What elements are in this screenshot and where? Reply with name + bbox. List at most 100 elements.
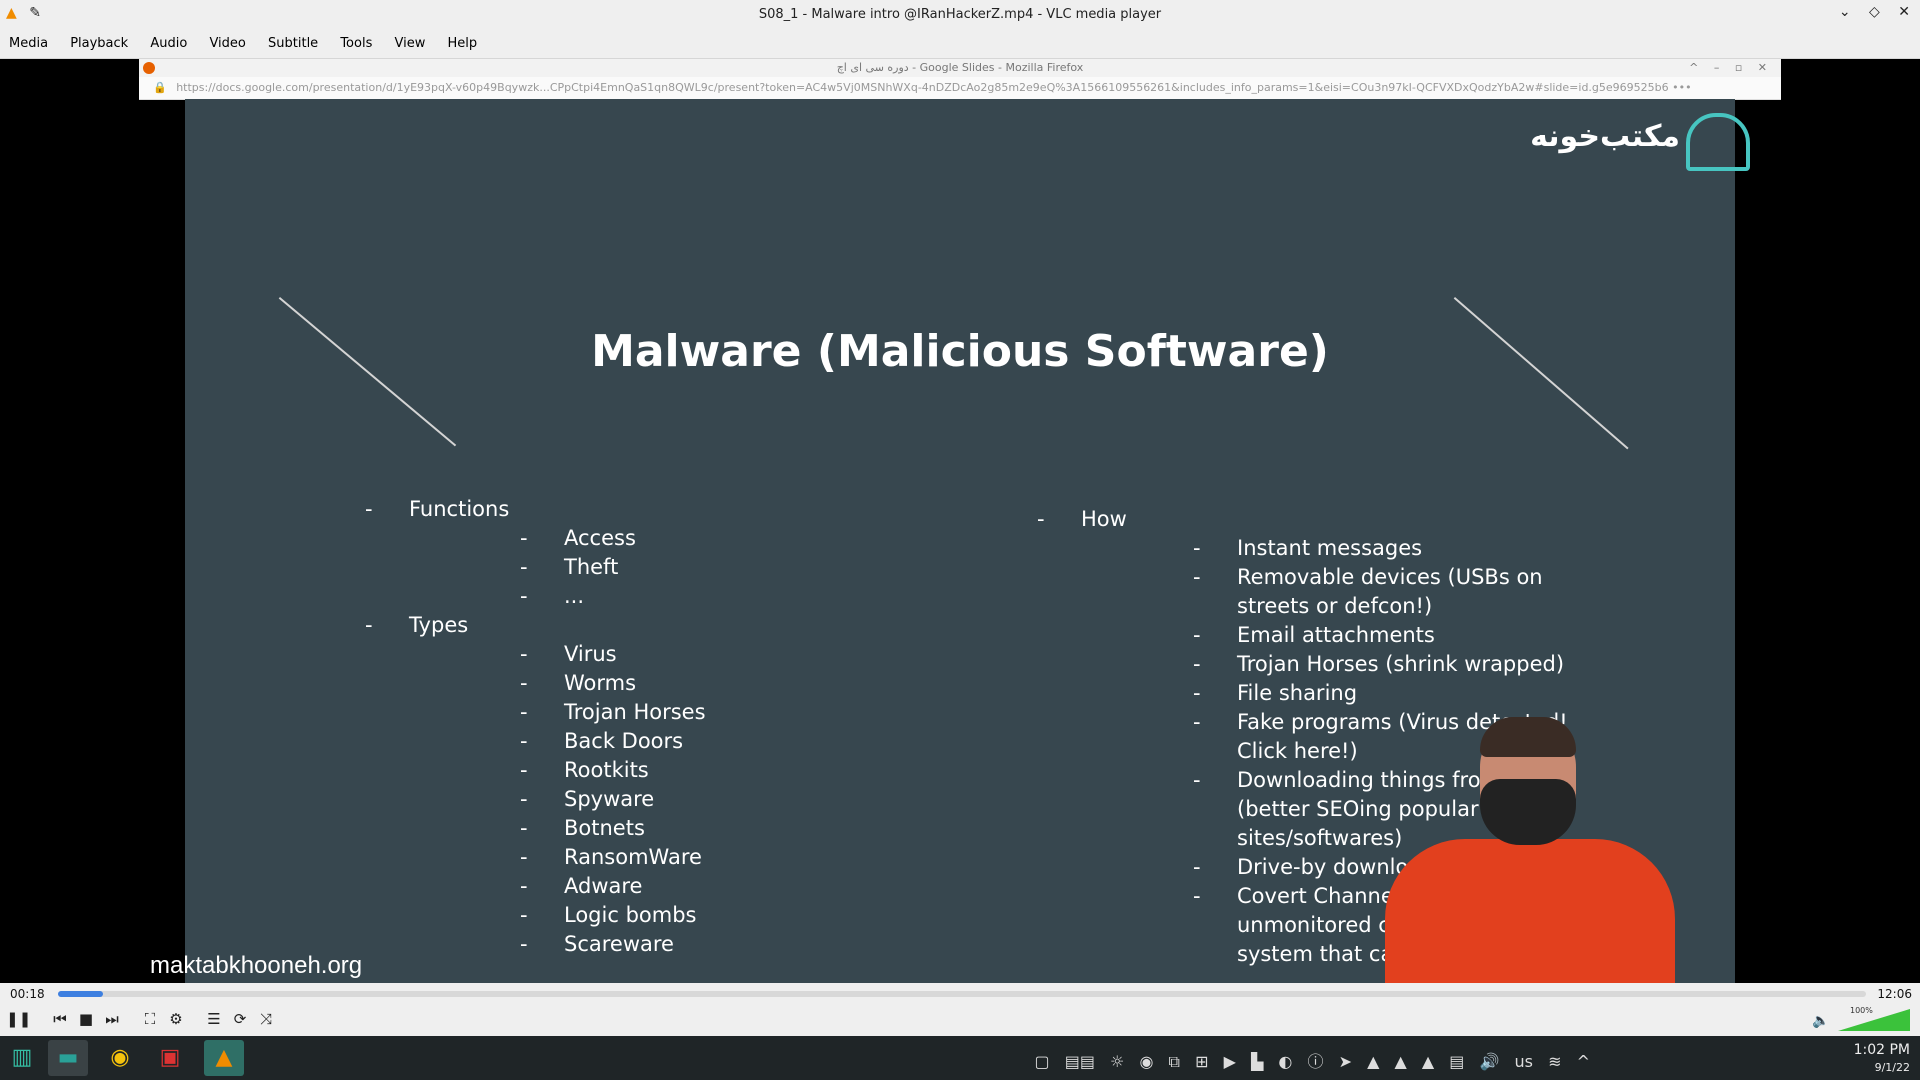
bullet-dash: - xyxy=(520,787,528,811)
bullet-dash: - xyxy=(520,584,528,608)
playlist-button[interactable]: ☰ xyxy=(202,1007,226,1031)
previous-button[interactable]: ⏮ xyxy=(48,1007,72,1031)
elapsed-time: 00:18 xyxy=(10,987,45,1001)
bullet-dash: - xyxy=(1037,507,1045,531)
bullet-text: ... xyxy=(564,584,585,608)
maximize-icon[interactable]: ◇ xyxy=(1869,4,1880,20)
clock-date: 9/1/22 xyxy=(1874,1061,1910,1074)
firefox-icon xyxy=(143,62,155,74)
logo-text: مکتب‌خونه xyxy=(1530,119,1680,154)
bullet-dash: - xyxy=(520,700,528,724)
show-desktop-icon[interactable]: ▢ xyxy=(1035,1052,1050,1071)
bullet-text: RansomWare xyxy=(564,845,702,869)
file-manager-icon[interactable]: ▬ xyxy=(48,1040,88,1076)
bullet-dash: - xyxy=(1193,623,1201,647)
minimize-icon[interactable]: ⌄ xyxy=(1839,4,1851,20)
notification-icon[interactable]: ☼ xyxy=(1110,1052,1124,1071)
bullet-dash: - xyxy=(520,874,528,898)
vlc-taskbar-icon[interactable]: ▲ xyxy=(204,1040,244,1076)
seek-bar[interactable] xyxy=(58,991,1866,997)
wifi-icon[interactable]: ≋ xyxy=(1548,1052,1561,1071)
volume-level xyxy=(1838,1009,1910,1031)
bullet-dash: - xyxy=(520,845,528,869)
vlc-tray-icon[interactable]: ▲ xyxy=(1367,1052,1379,1071)
seek-progress xyxy=(58,991,104,997)
extended-settings-button[interactable]: ⚙ xyxy=(164,1007,188,1031)
gas-mask xyxy=(1480,779,1576,845)
menu-view[interactable]: View xyxy=(386,28,435,58)
menu-playback[interactable]: Playback xyxy=(61,28,137,58)
bullet-dash: - xyxy=(1193,768,1201,792)
vlc-tray-icon-3[interactable]: ▲ xyxy=(1422,1052,1434,1071)
bullet-text: Spyware xyxy=(564,787,655,811)
book-logo-icon xyxy=(1686,113,1750,171)
bullet-dash: - xyxy=(1193,536,1201,560)
clock[interactable]: 1:02 PM 9/1/22 xyxy=(1854,1042,1910,1076)
bullet-dash: - xyxy=(520,758,528,782)
bullet-text: Botnets xyxy=(564,816,645,840)
bullet-dash: - xyxy=(365,497,373,521)
video-frame[interactable]: دوره سی ای اچ - Google Slides - Mozilla … xyxy=(0,59,1920,983)
presenter-torso xyxy=(1385,839,1675,983)
bullet-dash: - xyxy=(1193,652,1201,676)
menu-help[interactable]: Help xyxy=(439,28,487,58)
bullet-text: Logic bombs xyxy=(564,903,697,927)
vlc-tray-icon-2[interactable]: ▲ xyxy=(1394,1052,1406,1071)
system-tray: ▢ ▤▤ ☼ ◉ ⧉ ⊞ ▶ ▙ ◐ ⓘ ➤ ▲ ▲ ▲ ▤ 🔊 us ≋ ^ xyxy=(1025,1048,1591,1072)
bullet-dash: - xyxy=(365,613,373,637)
bullet-dash: - xyxy=(520,555,528,579)
bullet-text: Removable devices (USBs on xyxy=(1237,565,1543,589)
bullet-text: Theft xyxy=(564,555,619,579)
terminal-app-icon[interactable]: ▣ xyxy=(150,1040,190,1076)
virtual-desktops-icon[interactable]: ▤▤ xyxy=(1065,1052,1095,1071)
night-color-icon[interactable]: ◐ xyxy=(1278,1052,1292,1071)
lock-icon: 🔒 xyxy=(153,81,167,94)
tray-expand-icon[interactable]: ^ xyxy=(1577,1052,1590,1071)
speaker-icon[interactable]: 🔈 xyxy=(1812,1013,1829,1029)
volume-percent: 100% xyxy=(1850,1006,1873,1015)
player-controls: 00:18 12:06 ❚❚ ⏮ ■ ⏭ ⛶ ⚙ ☰ ⟳ ⤨ 🔈 100% xyxy=(0,983,1920,1036)
bullet-text: Back Doors xyxy=(564,729,684,753)
pause-button[interactable]: ❚❚ xyxy=(6,1007,31,1031)
info-icon[interactable]: ⓘ xyxy=(1307,1052,1323,1071)
stop-button[interactable]: ■ xyxy=(74,1007,98,1031)
recorded-browser-controls: ^ – ▫ ✕ xyxy=(1689,61,1773,74)
shuffle-button[interactable]: ⤨ xyxy=(254,1007,278,1031)
bullet-dash: - xyxy=(520,526,528,550)
bullet-text: Adware xyxy=(564,874,643,898)
telegram-icon[interactable]: ➤ xyxy=(1339,1052,1352,1071)
updates-icon[interactable]: ⊞ xyxy=(1195,1052,1208,1071)
bullet-dash: - xyxy=(1193,681,1201,705)
menu-tools[interactable]: Tools xyxy=(331,28,381,58)
loop-button[interactable]: ⟳ xyxy=(228,1007,252,1031)
clipboard-tray-icon[interactable]: ▤ xyxy=(1449,1052,1464,1071)
site-watermark: maktabkhooneh.org xyxy=(150,952,363,979)
next-button[interactable]: ⏭ xyxy=(100,1007,124,1031)
bullet-text: Scareware xyxy=(564,932,674,956)
app-menu-icon[interactable]: ▥ xyxy=(2,1040,42,1076)
menu-video[interactable]: Video xyxy=(200,28,254,58)
clipboard-icon[interactable]: ⧉ xyxy=(1169,1052,1180,1071)
fullscreen-button[interactable]: ⛶ xyxy=(138,1007,162,1031)
volume-tray-icon[interactable]: 🔊 xyxy=(1480,1052,1500,1071)
bullet-text: Virus xyxy=(564,642,617,666)
volume-slider[interactable]: 🔈 100% xyxy=(1812,1006,1910,1031)
menu-subtitle[interactable]: Subtitle xyxy=(259,28,327,58)
bullet-dash: - xyxy=(1193,884,1201,908)
taskbar: ▥ ▬ ◉ ▣ ▲ ▢ ▤▤ ☼ ◉ ⧉ ⊞ ▶ ▙ ◐ ⓘ ➤ ▲ ▲ ▲ ▤… xyxy=(0,1036,1920,1080)
close-icon[interactable]: ✕ xyxy=(1898,4,1910,20)
display-icon[interactable]: ▙ xyxy=(1251,1052,1263,1071)
recorded-browser-title: دوره سی ای اچ - Google Slides - Mozilla … xyxy=(836,61,1084,74)
keyboard-layout[interactable]: us xyxy=(1515,1052,1533,1071)
window-titlebar: ▲ ✎ S08_1 - Malware intro @IRanHackerZ.m… xyxy=(0,0,1920,28)
chrome-tray-icon[interactable]: ◉ xyxy=(1139,1052,1153,1071)
clock-time: 1:02 PM xyxy=(1853,1042,1910,1058)
chrome-icon[interactable]: ◉ xyxy=(100,1040,140,1076)
bullet-text: Trojan Horses xyxy=(564,700,706,724)
media-tray-icon[interactable]: ▶ xyxy=(1224,1052,1236,1071)
bullet-text: streets or defcon!) xyxy=(1237,594,1433,618)
bullet-text: Worms xyxy=(564,671,637,695)
menu-media[interactable]: Media xyxy=(0,28,57,58)
bullet-dash: - xyxy=(520,642,528,666)
menu-audio[interactable]: Audio xyxy=(141,28,196,58)
